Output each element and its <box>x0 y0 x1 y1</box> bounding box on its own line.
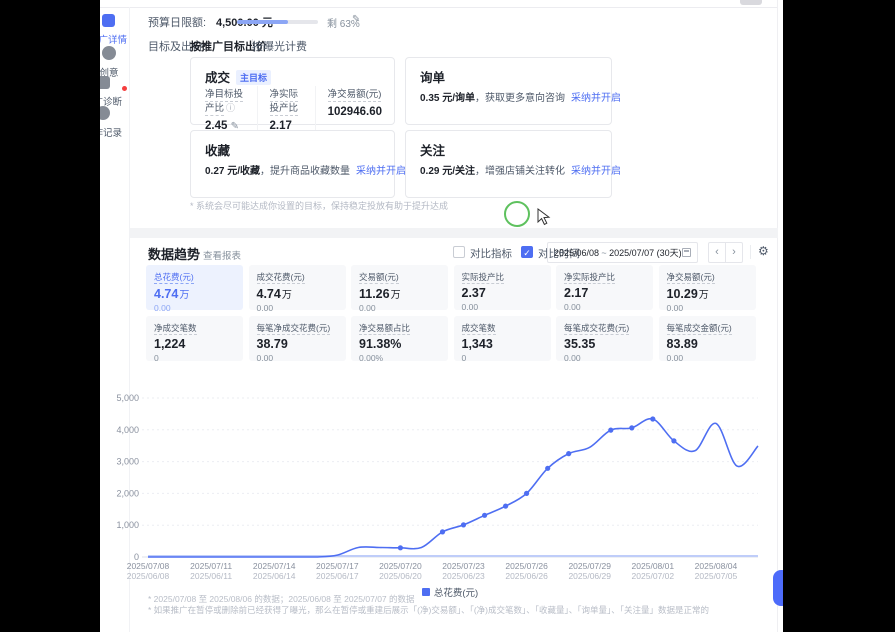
budget-edit-icon[interactable]: ✎ <box>352 14 360 25</box>
info-icon[interactable]: ⓘ <box>226 103 235 113</box>
notification-dot <box>122 86 127 91</box>
primary-goal-badge: 主目标 <box>236 70 271 85</box>
date-separator: ~ <box>601 248 606 258</box>
svg-text:2025/06/29: 2025/06/29 <box>568 571 611 581</box>
goal-metrics: 净目标投产比ⓘ 2.45 ✎ 净实际投产比 2.17 净交易额(元) 10294… <box>205 86 394 132</box>
section-gap <box>130 228 778 238</box>
svg-text:2025/06/14: 2025/06/14 <box>253 571 296 581</box>
goal-metric: 净交易额(元) 102946.60 <box>315 86 394 132</box>
goal-card-title: 询单 <box>420 67 445 86</box>
mouse-cursor <box>537 208 551 226</box>
creative-icon <box>102 46 116 60</box>
metric-card-net-gmv[interactable]: 净交易额(元) 10.29万 0.00 <box>659 265 756 310</box>
top-divider <box>100 7 778 8</box>
svg-text:3,000: 3,000 <box>116 457 139 467</box>
svg-text:1,000: 1,000 <box>116 520 139 530</box>
date-start: 2025/06/08 <box>554 248 599 258</box>
goal-card-title: 关注 <box>420 140 445 159</box>
chart-footnote-2: * 如果推广在暂停或删除前已经获得了曝光，那么在暂停或重建后展示「(净)交易额」… <box>148 604 709 616</box>
prev-period-button[interactable]: ‹ <box>708 242 726 263</box>
svg-text:2025/06/20: 2025/06/20 <box>379 571 422 581</box>
metric-label: 净目标投产比 <box>205 89 243 116</box>
app-screen: 推广详情 创意 推广诊断 操作记录 预算日限额: 4,500.00 元 剩 63… <box>0 0 895 632</box>
svg-text:2025/08/04: 2025/08/04 <box>695 561 738 571</box>
letterbox-left <box>0 0 100 632</box>
metric-card-roi[interactable]: 实际投产比 2.37 0.00 <box>454 265 551 310</box>
svg-text:2025/07/17: 2025/07/17 <box>316 561 359 571</box>
goal-card-desc: 0.29 元/关注，增强店铺关注转化采纳并开启 <box>420 162 621 177</box>
metric-value: 102946.60 <box>328 106 382 118</box>
svg-text:2025/06/08: 2025/06/08 <box>127 571 170 581</box>
goal-card-inquiry: 询单 0.35 元/询单，获取更多意向咨询采纳并开启 <box>405 57 612 125</box>
metric-card-net-orders[interactable]: 净成交笔数 1,224 0 <box>146 316 243 361</box>
next-period-button[interactable]: › <box>725 242 743 263</box>
adopt-enable-link[interactable]: 采纳并开启 <box>356 166 406 177</box>
metric-card-total-cost[interactable]: 总花费(元) 4.74万 0.00 <box>146 265 243 310</box>
svg-text:2025/06/11: 2025/06/11 <box>190 571 232 581</box>
svg-text:2,000: 2,000 <box>116 488 139 498</box>
tab-bid-by-impression[interactable]: 按曝光计费 <box>252 38 307 54</box>
goal-card-follow: 关注 0.29 元/关注，增强店铺关注转化采纳并开启 <box>405 130 612 198</box>
svg-text:5,000: 5,000 <box>116 393 139 403</box>
date-range-picker[interactable]: 2025/06/08 ~ 2025/07/07 (30天) <box>547 242 698 263</box>
svg-text:2025/07/23: 2025/07/23 <box>442 561 485 571</box>
scrollbar-track[interactable] <box>777 0 778 632</box>
svg-text:2025/07/20: 2025/07/20 <box>379 561 422 571</box>
metric-card-cost-per-order[interactable]: 每笔成交花费(元) 35.35 0.00 <box>556 316 653 361</box>
svg-text:4,000: 4,000 <box>116 425 139 435</box>
legend-swatch-total-cost <box>422 588 430 596</box>
goal-card-title: 收藏 <box>205 140 230 159</box>
compare-metric-checkbox[interactable] <box>453 246 465 258</box>
top-edge-element <box>740 0 762 5</box>
metric-card-orders[interactable]: 成交笔数 1,343 0 <box>454 316 551 361</box>
goal-card-deal: 成交主目标 净目标投产比ⓘ 2.45 ✎ 净实际投产比 2.17 净交易额(元)… <box>190 57 395 125</box>
svg-text:2025/07/14: 2025/07/14 <box>253 561 296 571</box>
metric-card-gmv[interactable]: 交易额(元) 11.26万 0.00 <box>351 265 448 310</box>
svg-text:2025/07/05: 2025/07/05 <box>695 571 738 581</box>
budget-progress-fill <box>237 20 288 24</box>
trend-section-title: 数据趋势 <box>148 244 200 263</box>
svg-text:2025/06/17: 2025/06/17 <box>316 571 359 581</box>
metric-card-net-gmv-ratio[interactable]: 净交易额占比 91.38% 0.00% <box>351 316 448 361</box>
goal-card-desc: 0.27 元/收藏，提升商品收藏数量采纳并开启 <box>205 162 406 177</box>
adopt-enable-link[interactable]: 采纳并开启 <box>571 93 621 104</box>
svg-text:2025/06/26: 2025/06/26 <box>505 571 548 581</box>
svg-text:2025/07/08: 2025/07/08 <box>127 561 170 571</box>
goal-card-favorite: 收藏 0.27 元/收藏，提升商品收藏数量采纳并开启 <box>190 130 395 198</box>
click-indicator-ring <box>504 201 530 227</box>
legend-label: 总花费(元) <box>434 585 478 599</box>
trend-chart: 01,0002,0003,0004,0005,0002025/07/082025… <box>115 389 775 587</box>
trend-chart-area: 01,0002,0003,0004,0005,0002025/07/082025… <box>115 389 775 587</box>
metric-card-net-roi[interactable]: 净实际投产比 2.17 0.00 <box>556 265 653 310</box>
svg-text:2025/07/29: 2025/07/29 <box>568 561 611 571</box>
budget-label: 预算日限额: <box>148 14 206 30</box>
metric-label: 净交易额(元) <box>328 89 382 102</box>
goal-note: * 系统会尽可能达成你设置的目标，保持稳定投放有助于提升达成 <box>190 199 448 212</box>
view-report-link[interactable]: 查看报表 <box>203 248 241 262</box>
svg-text:2025/07/11: 2025/07/11 <box>190 561 232 571</box>
svg-text:2025/06/23: 2025/06/23 <box>442 571 485 581</box>
svg-text:2025/08/01: 2025/08/01 <box>632 561 675 571</box>
date-end: 2025/07/07 (30天) <box>609 246 682 259</box>
adopt-enable-link[interactable]: 采纳并开启 <box>571 166 621 177</box>
metric-card-amount-per-order[interactable]: 每笔成交金额(元) 83.89 0.00 <box>659 316 756 361</box>
budget-progress-bar[interactable] <box>237 20 318 24</box>
compare-metric-label[interactable]: 对比指标 <box>470 246 512 261</box>
letterbox-right <box>783 0 895 632</box>
goal-metric: 净目标投产比ⓘ 2.45 ✎ <box>205 86 257 132</box>
goal-card-desc: 0.35 元/询单，获取更多意向咨询采纳并开启 <box>420 89 621 104</box>
metric-card-deal-cost[interactable]: 成交花费(元) 4.74万 0.00 <box>249 265 346 310</box>
settings-gear-icon[interactable]: ⚙ <box>758 244 769 258</box>
goal-metric: 净实际投产比 2.17 <box>257 86 315 132</box>
promo-detail-icon <box>102 14 115 27</box>
compare-time-checkbox[interactable]: ✓ <box>521 246 533 258</box>
goal-card-title: 成交主目标 <box>205 67 271 86</box>
metric-label: 净实际投产比 <box>270 89 299 116</box>
metric-card-cost-per-net-order[interactable]: 每笔净成交花费(元) 38.79 0.00 <box>249 316 346 361</box>
calendar-icon <box>682 248 691 257</box>
controls-separator <box>750 245 751 259</box>
svg-text:2025/07/26: 2025/07/26 <box>505 561 548 571</box>
svg-text:2025/07/02: 2025/07/02 <box>632 571 675 581</box>
